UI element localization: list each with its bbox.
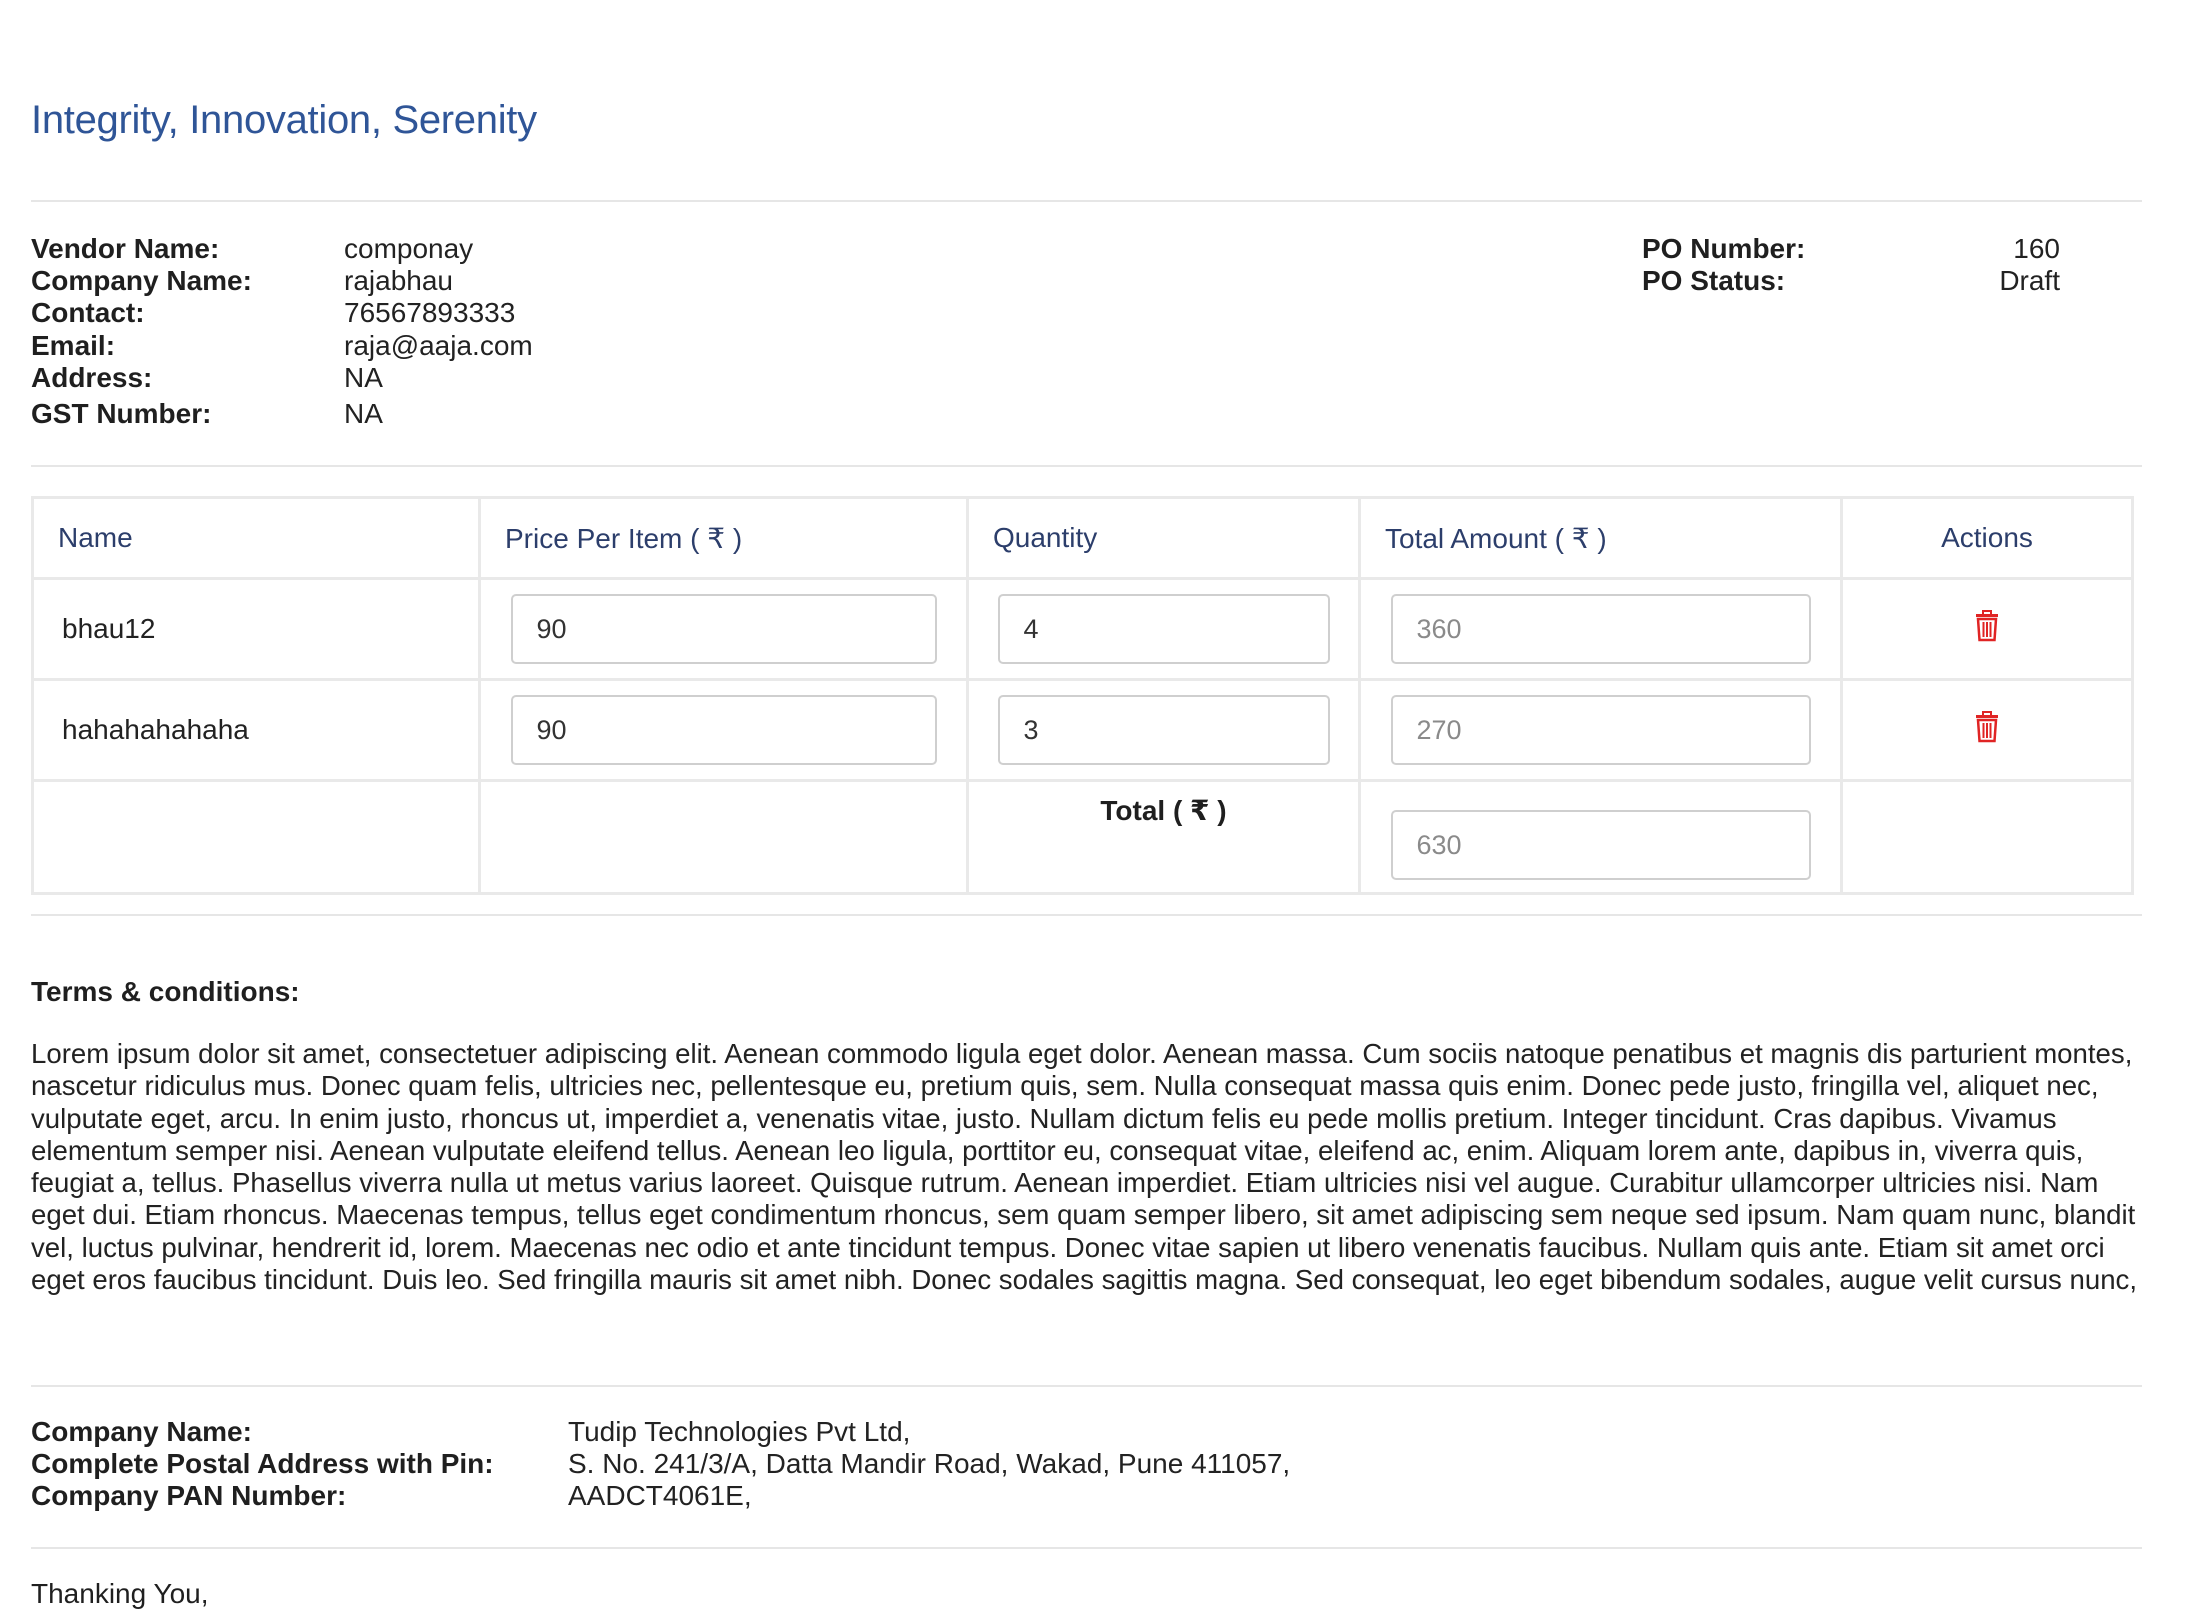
company-name-label: Company Name: bbox=[31, 1416, 252, 1447]
quantity-input[interactable] bbox=[997, 695, 1330, 765]
column-header-actions: Actions bbox=[1840, 496, 2134, 580]
contact-value: 76567893333 bbox=[344, 297, 516, 328]
column-header-total-amount: Total Amount ( ₹ ) bbox=[1358, 496, 1843, 580]
divider bbox=[31, 1547, 2142, 1549]
po-status-label: PO Status: bbox=[1642, 265, 1786, 296]
po-number-label: PO Number: bbox=[1642, 233, 1806, 264]
po-number-value: 160 bbox=[2013, 233, 2060, 264]
empty-cell bbox=[478, 779, 969, 895]
quantity-input[interactable] bbox=[997, 594, 1330, 664]
empty-cell bbox=[1840, 779, 2134, 895]
column-header-name: Name bbox=[31, 496, 481, 580]
total-amount-cell bbox=[1358, 678, 1843, 782]
trash-icon[interactable] bbox=[1973, 609, 2001, 642]
purchase-order-page: Integrity, Innovation, Serenity Vendor N… bbox=[0, 0, 2186, 1609]
postal-address-row: Complete Postal Address with Pin: S. No.… bbox=[31, 1448, 1531, 1480]
table-total-row: Total ( ₹ ) bbox=[31, 779, 2134, 895]
po-status-value: Draft bbox=[1999, 265, 2060, 296]
company-name-row: Company Name: Tudip Technologies Pvt Ltd… bbox=[31, 1416, 1531, 1448]
postal-address-label: Complete Postal Address with Pin: bbox=[31, 1448, 494, 1479]
quantity-cell bbox=[966, 678, 1361, 782]
postal-address-value: S. No. 241/3/A, Datta Mandir Road, Wakad… bbox=[568, 1448, 1291, 1479]
vendor-name-row: Vendor Name: componay bbox=[31, 233, 631, 265]
divider bbox=[31, 1385, 2142, 1387]
vendor-name-label: Vendor Name: bbox=[31, 233, 220, 264]
grand-total-label: Total ( ₹ ) bbox=[966, 779, 1361, 895]
price-input[interactable] bbox=[510, 594, 937, 664]
column-header-quantity: Quantity bbox=[966, 496, 1361, 580]
email-row: Email: raja@aaja.com bbox=[31, 330, 631, 362]
pan-number-row: Company PAN Number: AADCT4061E, bbox=[31, 1480, 1531, 1512]
total-amount-field bbox=[1390, 695, 1811, 765]
price-cell bbox=[478, 577, 969, 681]
divider bbox=[31, 200, 2142, 202]
contact-label: Contact: bbox=[31, 297, 145, 328]
table-row: bhau12 bbox=[31, 577, 2134, 681]
divider bbox=[31, 465, 2142, 467]
pan-number-value: AADCT4061E, bbox=[568, 1480, 752, 1511]
grand-total-cell bbox=[1358, 779, 1843, 895]
actions-cell bbox=[1840, 678, 2134, 782]
terms-text: Lorem ipsum dolor sit amet, consectetuer… bbox=[31, 1038, 2138, 1296]
gst-number-row: GST Number: NA bbox=[31, 398, 631, 430]
po-status-row: PO Status: Draft bbox=[1642, 265, 2060, 297]
table-header-row: Name Price Per Item ( ₹ ) Quantity Total… bbox=[31, 496, 2134, 580]
price-input[interactable] bbox=[510, 695, 937, 765]
email-label: Email: bbox=[31, 330, 116, 361]
contact-row: Contact: 76567893333 bbox=[31, 297, 631, 329]
table-row: hahahahahaha bbox=[31, 678, 2134, 782]
company-tagline: Integrity, Innovation, Serenity bbox=[31, 98, 537, 142]
grand-total-field bbox=[1390, 810, 1811, 880]
divider bbox=[31, 914, 2142, 916]
company-name-value: Tudip Technologies Pvt Ltd, bbox=[568, 1416, 911, 1447]
gst-number-label: GST Number: bbox=[31, 398, 212, 429]
gst-number-value: NA bbox=[344, 398, 383, 429]
actions-cell bbox=[1840, 577, 2134, 681]
address-label: Address: bbox=[31, 362, 153, 393]
pan-number-label: Company PAN Number: bbox=[31, 1480, 347, 1511]
empty-cell bbox=[31, 779, 481, 895]
company-name-value: rajabhau bbox=[344, 265, 453, 296]
quantity-cell bbox=[966, 577, 1361, 681]
item-name: hahahahahaha bbox=[31, 678, 481, 782]
total-amount-field bbox=[1390, 594, 1811, 664]
address-row: Address: NA bbox=[31, 362, 631, 394]
closing-text: Thanking You, bbox=[31, 1578, 209, 1609]
items-table: Name Price Per Item ( ₹ ) Quantity Total… bbox=[31, 496, 2134, 895]
total-amount-cell bbox=[1358, 577, 1843, 681]
item-name: bhau12 bbox=[31, 577, 481, 681]
po-number-row: PO Number: 160 bbox=[1642, 233, 2060, 265]
terms-title: Terms & conditions: bbox=[31, 976, 300, 1007]
company-name-label: Company Name: bbox=[31, 265, 252, 296]
column-header-price: Price Per Item ( ₹ ) bbox=[478, 496, 969, 580]
price-cell bbox=[478, 678, 969, 782]
email-value: raja@aaja.com bbox=[344, 330, 533, 361]
company-name-row: Company Name: rajabhau bbox=[31, 265, 631, 297]
trash-icon[interactable] bbox=[1973, 710, 2001, 743]
vendor-name-value: componay bbox=[344, 233, 474, 264]
address-value: NA bbox=[344, 362, 383, 393]
